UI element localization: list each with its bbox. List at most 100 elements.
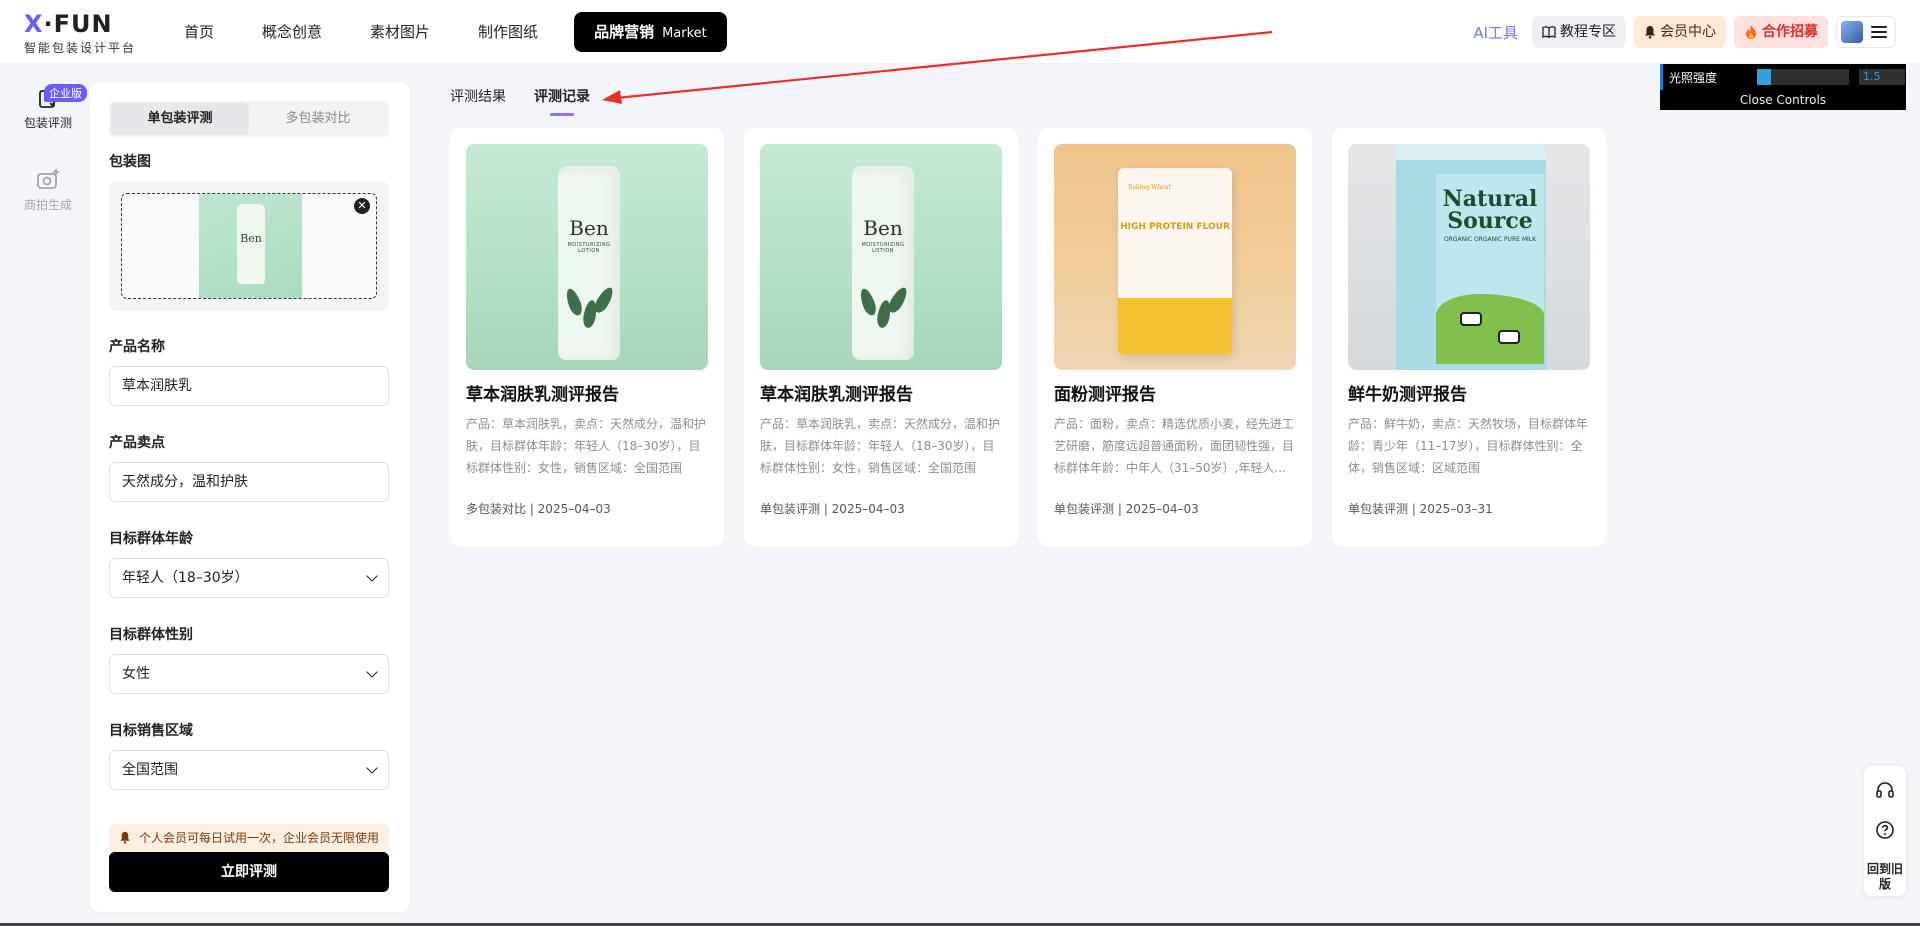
light-intensity-value[interactable]: 1.5	[1859, 69, 1905, 85]
user-menu[interactable]	[1836, 16, 1896, 48]
thumbnail-bottle: Ben	[237, 204, 265, 284]
mode-segmented-control: 单包装评测 多包装对比	[109, 101, 389, 137]
image-upload[interactable]: Ben ✕	[109, 181, 389, 311]
member-center-button[interactable]: 会员中心	[1634, 16, 1726, 48]
card-image: Ben MOISTURIZING LOTION	[466, 144, 708, 370]
enterprise-badge: 企业版	[44, 84, 87, 102]
uploaded-thumbnail: Ben	[199, 194, 302, 298]
thumbnail-brand: Ben	[240, 232, 262, 245]
menu-icon[interactable]	[1871, 26, 1887, 38]
light-intensity-fill	[1757, 69, 1771, 85]
pouch-band	[1118, 298, 1232, 354]
tutorial-button[interactable]: 教程专区	[1532, 16, 1626, 48]
logo-wordmark: X·FUN	[24, 12, 144, 36]
camera-plus-icon	[36, 168, 60, 192]
cooperation-label: 合作招募	[1762, 24, 1818, 40]
selling-point-input[interactable]: 天然成分，温和护肤	[109, 462, 389, 502]
target-age-value: 年轻人（18–30岁）	[122, 570, 249, 586]
flour-pouch: Baking Wheat HIGH PROTEIN FLOUR	[1118, 168, 1232, 354]
card-image: Baking Wheat HIGH PROTEIN FLOUR	[1054, 144, 1296, 370]
cow-illustration	[1498, 330, 1520, 344]
target-gender-select[interactable]: 女性	[109, 654, 389, 694]
leaf-decoration	[885, 284, 911, 316]
debug-controls: 光照强度 1.5 Close Controls	[1660, 64, 1906, 110]
pouch-title: HIGH PROTEIN FLOUR	[1120, 222, 1230, 232]
nav-brand-marketing-suffix: Market	[662, 26, 707, 41]
target-age-select[interactable]: 年轻人（18–30岁）	[109, 558, 389, 598]
seg-multi-package[interactable]: 多包装对比	[249, 103, 387, 135]
left-rail: 包装评测 企业版 商拍生成	[0, 64, 88, 926]
logo-subtitle: 智能包装设计平台	[24, 41, 137, 55]
carton-title: Natural Source	[1442, 186, 1538, 234]
card-title: 草本润肤乳测评报告	[466, 385, 619, 405]
bottle-brand: Ben	[569, 216, 609, 240]
bell-icon	[1645, 26, 1655, 39]
label-package-image: 包装图	[109, 154, 151, 170]
card-image: Natural Source ORGANIC ORGANIC PURE MILK	[1348, 144, 1590, 370]
cooperation-button[interactable]: 合作招募	[1734, 16, 1828, 48]
product-name-value: 草本润肤乳	[122, 378, 192, 394]
membership-tip-text: 个人会员可每日试用一次，企业会员无限使用	[139, 831, 380, 845]
label-selling-point: 产品卖点	[109, 435, 165, 451]
rail-item-product-shot[interactable]: 商拍生成	[0, 168, 96, 213]
evaluate-now-button[interactable]: 立即评测	[109, 852, 389, 892]
card-image: Ben MOISTURIZING LOTION	[760, 144, 1002, 370]
chevron-down-icon	[366, 570, 378, 582]
image-dropzone[interactable]: Ben ✕	[121, 193, 377, 299]
seg-single-package[interactable]: 单包装评测	[111, 103, 249, 135]
card-title: 鲜牛奶测评报告	[1348, 385, 1467, 405]
rail-item-package-eval-label: 包装评测	[23, 116, 72, 130]
label-product-name: 产品名称	[109, 339, 165, 355]
card-title: 面粉测评报告	[1054, 385, 1156, 405]
selling-point-value: 天然成分，温和护肤	[122, 474, 248, 490]
light-intensity-slider[interactable]	[1757, 69, 1849, 85]
bottle: Ben MOISTURIZING LOTION	[558, 170, 620, 360]
record-card[interactable]: Ben MOISTURIZING LOTION 草本润肤乳测评报告 产品：草本润…	[744, 128, 1018, 546]
tutorial-label: 教程专区	[1560, 24, 1616, 40]
fire-icon	[1746, 25, 1756, 39]
leaf-decoration	[591, 284, 617, 316]
card-meta: 单包装评测 | 2025–03–31	[1348, 502, 1493, 516]
bottle: Ben MOISTURIZING LOTION	[852, 170, 914, 360]
light-intensity-label: 光照强度	[1669, 71, 1718, 85]
remove-image-icon[interactable]: ✕	[354, 198, 370, 214]
card-meta: 单包装评测 | 2025–04–03	[1054, 502, 1199, 516]
header-actions: AI工具 教程专区 会员中心 合作招募	[1467, 16, 1896, 48]
tab-results[interactable]: 评测结果	[450, 86, 506, 116]
tab-records[interactable]: 评测记录	[534, 86, 590, 116]
member-center-label: 会员中心	[1660, 24, 1716, 40]
headset-icon[interactable]	[1875, 780, 1895, 800]
record-card[interactable]: Ben MOISTURIZING LOTION 草本润肤乳测评报告 产品：草本润…	[450, 128, 724, 546]
book-icon	[1542, 26, 1556, 39]
back-to-old-version-button[interactable]: 回到旧版	[1864, 862, 1906, 892]
close-controls-button[interactable]: Close Controls	[1660, 90, 1906, 110]
card-description: 产品：面粉，卖点：精选优质小麦，经先进工艺研磨，筋度远超普通面粉，面团韧性强，目…	[1054, 417, 1295, 475]
chevron-down-icon	[366, 762, 378, 774]
product-name-input[interactable]: 草本润肤乳	[109, 366, 389, 406]
label-target-region: 目标销售区域	[109, 723, 193, 739]
card-description: 产品：鲜牛奶，卖点：天然牧场，目标群体年龄：青少年（11–17岁），目标群体性别…	[1348, 417, 1589, 475]
nav-concept[interactable]: 概念创意	[238, 12, 346, 52]
card-description: 产品：草本润肤乳，卖点：天然成分，温和护肤，目标群体年龄：年轻人（18–30岁）…	[466, 417, 707, 475]
target-region-select[interactable]: 全国范围	[109, 750, 389, 790]
record-card[interactable]: Natural Source ORGANIC ORGANIC PURE MILK…	[1332, 128, 1606, 546]
membership-tip: 个人会员可每日试用一次，企业会员无限使用	[109, 824, 389, 852]
logo-x: X	[24, 10, 44, 38]
nav-materials[interactable]: 素材图片	[346, 12, 454, 52]
avatar[interactable]	[1841, 21, 1863, 43]
logo[interactable]: X·FUN 智能包装设计平台	[24, 12, 144, 56]
evaluation-form-panel: 单包装评测 多包装对比 包装图 Ben ✕ 产品名称 草本润肤乳 产品卖点 天然…	[90, 82, 410, 912]
nav-home[interactable]: 首页	[160, 12, 238, 52]
chevron-down-icon	[366, 666, 378, 678]
ai-tools-link[interactable]: AI工具	[1467, 22, 1524, 43]
nav-drawings[interactable]: 制作图纸	[454, 12, 562, 52]
bottle-subtitle: MOISTURIZING LOTION	[861, 242, 905, 254]
main-nav: 首页 概念创意 素材图片 制作图纸 品牌营销 Market	[160, 12, 727, 52]
record-card[interactable]: Baking Wheat HIGH PROTEIN FLOUR 面粉测评报告 产…	[1038, 128, 1312, 546]
nav-brand-marketing[interactable]: 品牌营销 Market	[574, 12, 727, 52]
card-title: 草本润肤乳测评报告	[760, 385, 913, 405]
label-target-gender: 目标群体性别	[109, 627, 193, 643]
help-icon[interactable]	[1875, 820, 1895, 840]
rail-item-product-shot-label: 商拍生成	[23, 198, 72, 212]
cow-illustration	[1460, 312, 1482, 326]
